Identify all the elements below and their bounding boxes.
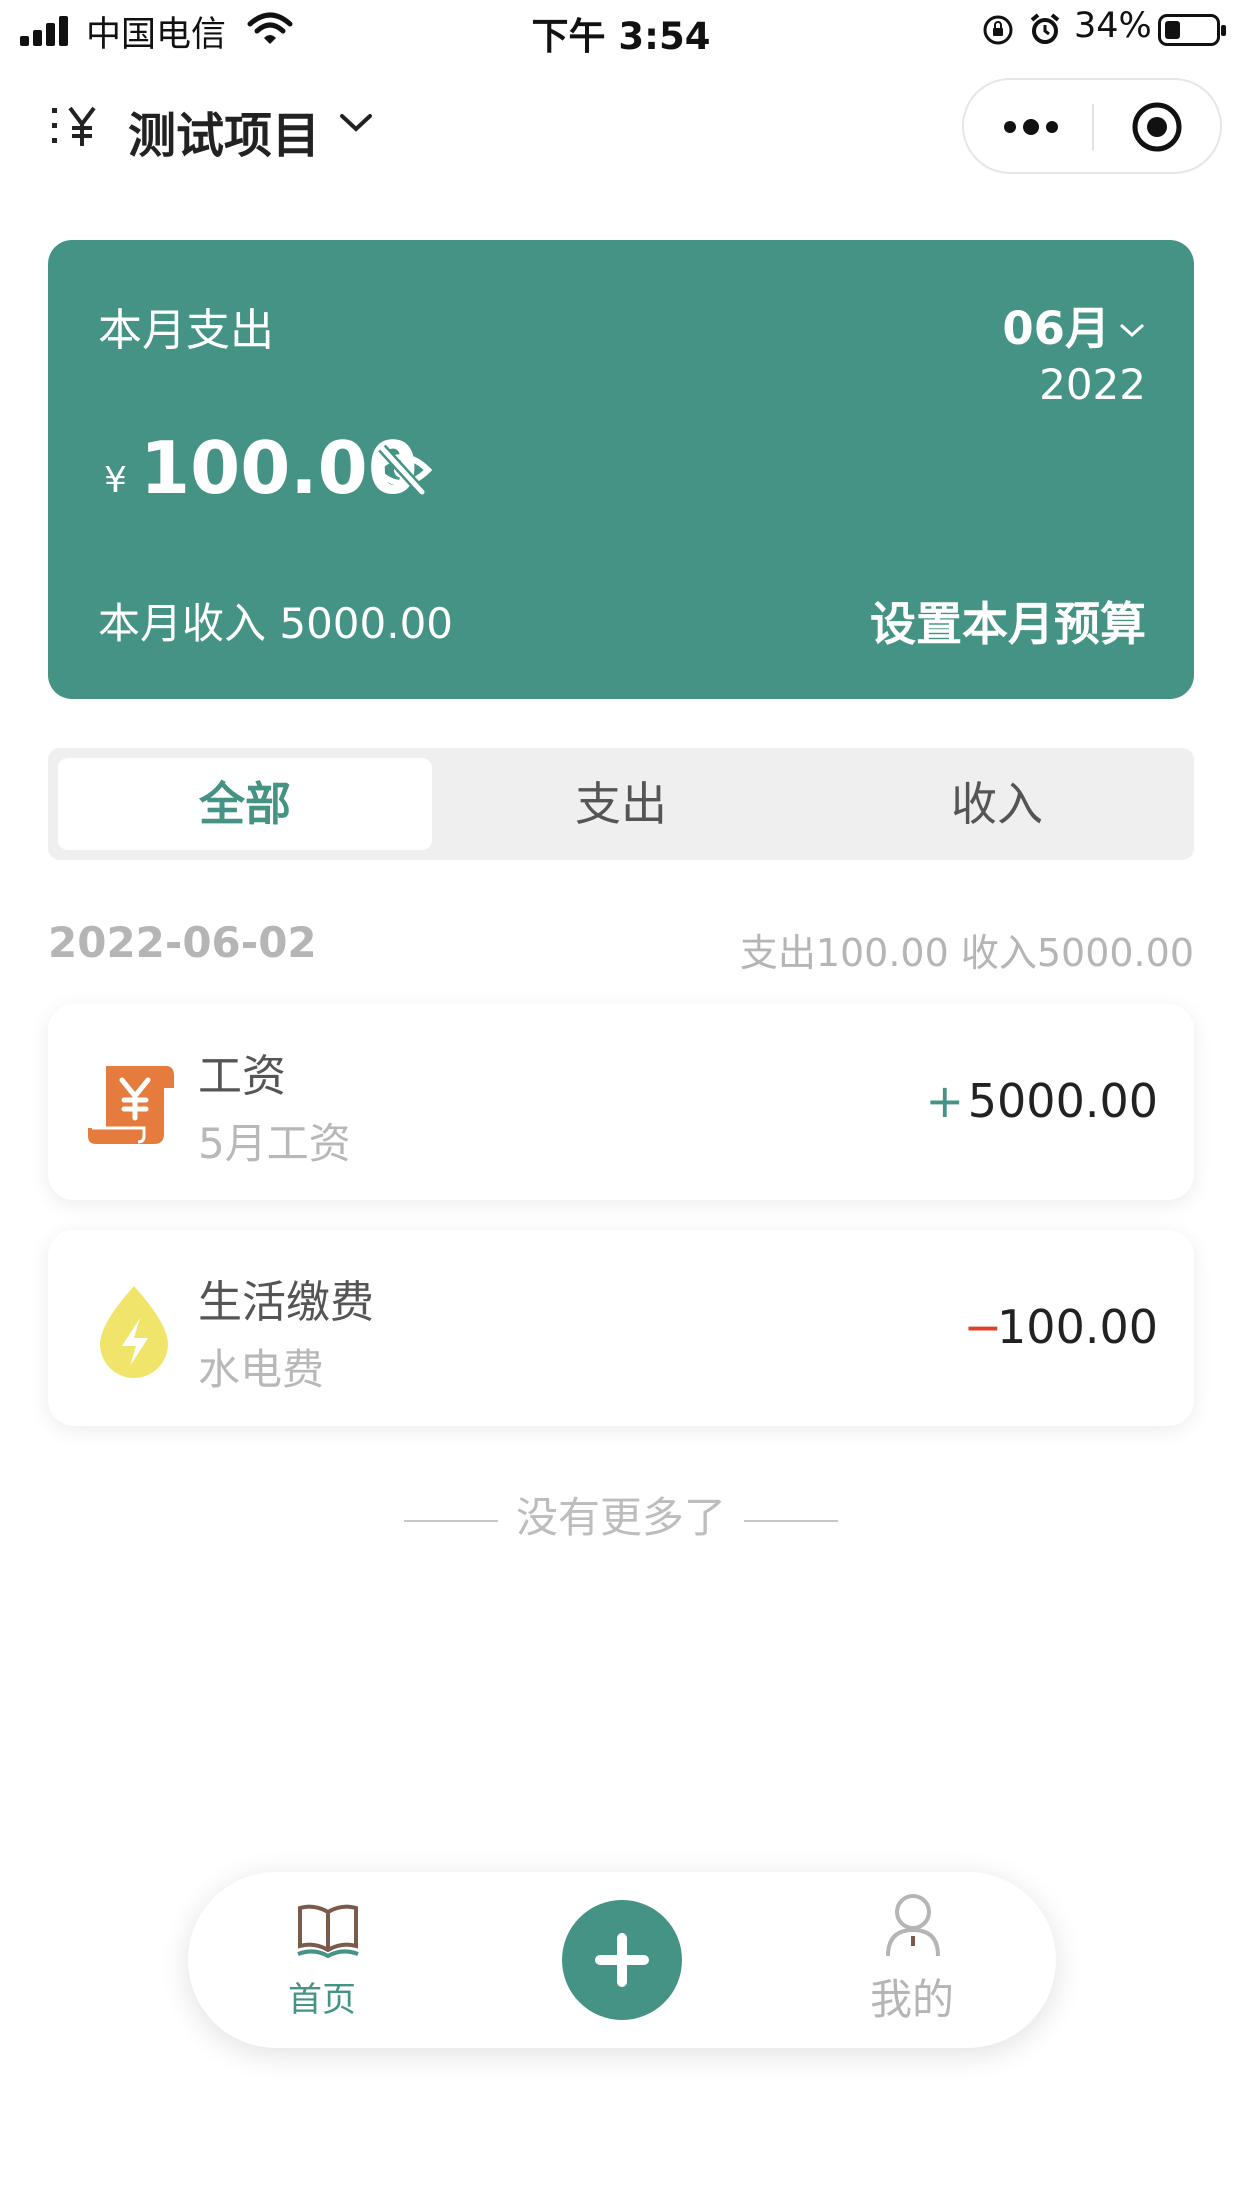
month-chevron-icon[interactable]	[1118, 320, 1146, 340]
record-note: 5月工资	[198, 1119, 351, 1168]
alarm-icon	[1030, 13, 1060, 44]
ledger-menu-icon[interactable]	[50, 104, 110, 148]
divider-line	[744, 1519, 838, 1522]
user-icon[interactable]	[884, 1892, 942, 1958]
record-amount: 100.00	[997, 1300, 1158, 1354]
income-sign: +	[925, 1074, 964, 1128]
tab-home-label[interactable]: 首页	[288, 1972, 356, 2021]
record-note: 水电费	[198, 1345, 325, 1394]
year-label: 2022	[1039, 360, 1146, 409]
add-record-button[interactable]	[562, 1900, 682, 2020]
monthly-summary-card: 本月支出 06月 2022 ¥ 100.00 本月收入 5000.00 设置本月…	[48, 240, 1194, 699]
currency-symbol: ¥	[104, 460, 127, 501]
no-more-hint: 没有更多了	[0, 1484, 1242, 1545]
record-category: 生活缴费	[198, 1277, 374, 1328]
record-amount: 5000.00	[967, 1074, 1158, 1128]
salary-scroll-icon	[88, 1066, 174, 1144]
capsule-divider	[1092, 104, 1094, 150]
monthly-expense-label: 本月支出	[98, 305, 274, 356]
month-selector[interactable]: 06月	[1002, 292, 1110, 357]
no-more-text: 没有更多了	[515, 1493, 726, 1542]
monthly-income-label: 本月收入 5000.00	[98, 599, 454, 648]
chevron-down-icon[interactable]	[338, 110, 374, 134]
set-budget-button[interactable]: 设置本月预算	[870, 588, 1146, 654]
book-icon[interactable]	[296, 1902, 360, 1962]
tab-expense[interactable]: 支出	[434, 758, 808, 850]
plus-icon	[595, 1933, 649, 1987]
more-dots-icon[interactable]	[1002, 112, 1060, 142]
eye-hidden-icon[interactable]	[372, 442, 432, 498]
bottom-tab-bar: 首页 我的	[188, 1872, 1056, 2048]
utility-drop-icon	[100, 1286, 168, 1378]
rotation-lock-icon	[983, 15, 1013, 45]
battery-icon	[1158, 14, 1226, 46]
tab-income[interactable]: 收入	[810, 758, 1184, 850]
target-circle-icon[interactable]	[1130, 100, 1184, 154]
project-title[interactable]: 测试项目	[128, 96, 320, 166]
miniprogram-capsule	[962, 78, 1222, 174]
record-item[interactable]: 工资 5月工资 + 5000.00	[48, 1004, 1194, 1200]
tab-me-label[interactable]: 我的	[870, 1966, 954, 2027]
filter-tabs: 全部 支出 收入	[48, 748, 1194, 860]
status-bar: 中国电信 下午 3:54 34%	[0, 0, 1242, 62]
battery-percent: 34%	[1074, 6, 1152, 46]
day-date: 2022-06-02	[48, 918, 317, 967]
divider-line	[403, 1519, 498, 1522]
record-category: 工资	[198, 1051, 286, 1102]
tab-all[interactable]: 全部	[58, 758, 432, 850]
day-summary: 支出100.00 收入5000.00	[739, 931, 1194, 975]
record-item[interactable]: 生活缴费 水电费 − 100.00	[48, 1230, 1194, 1426]
